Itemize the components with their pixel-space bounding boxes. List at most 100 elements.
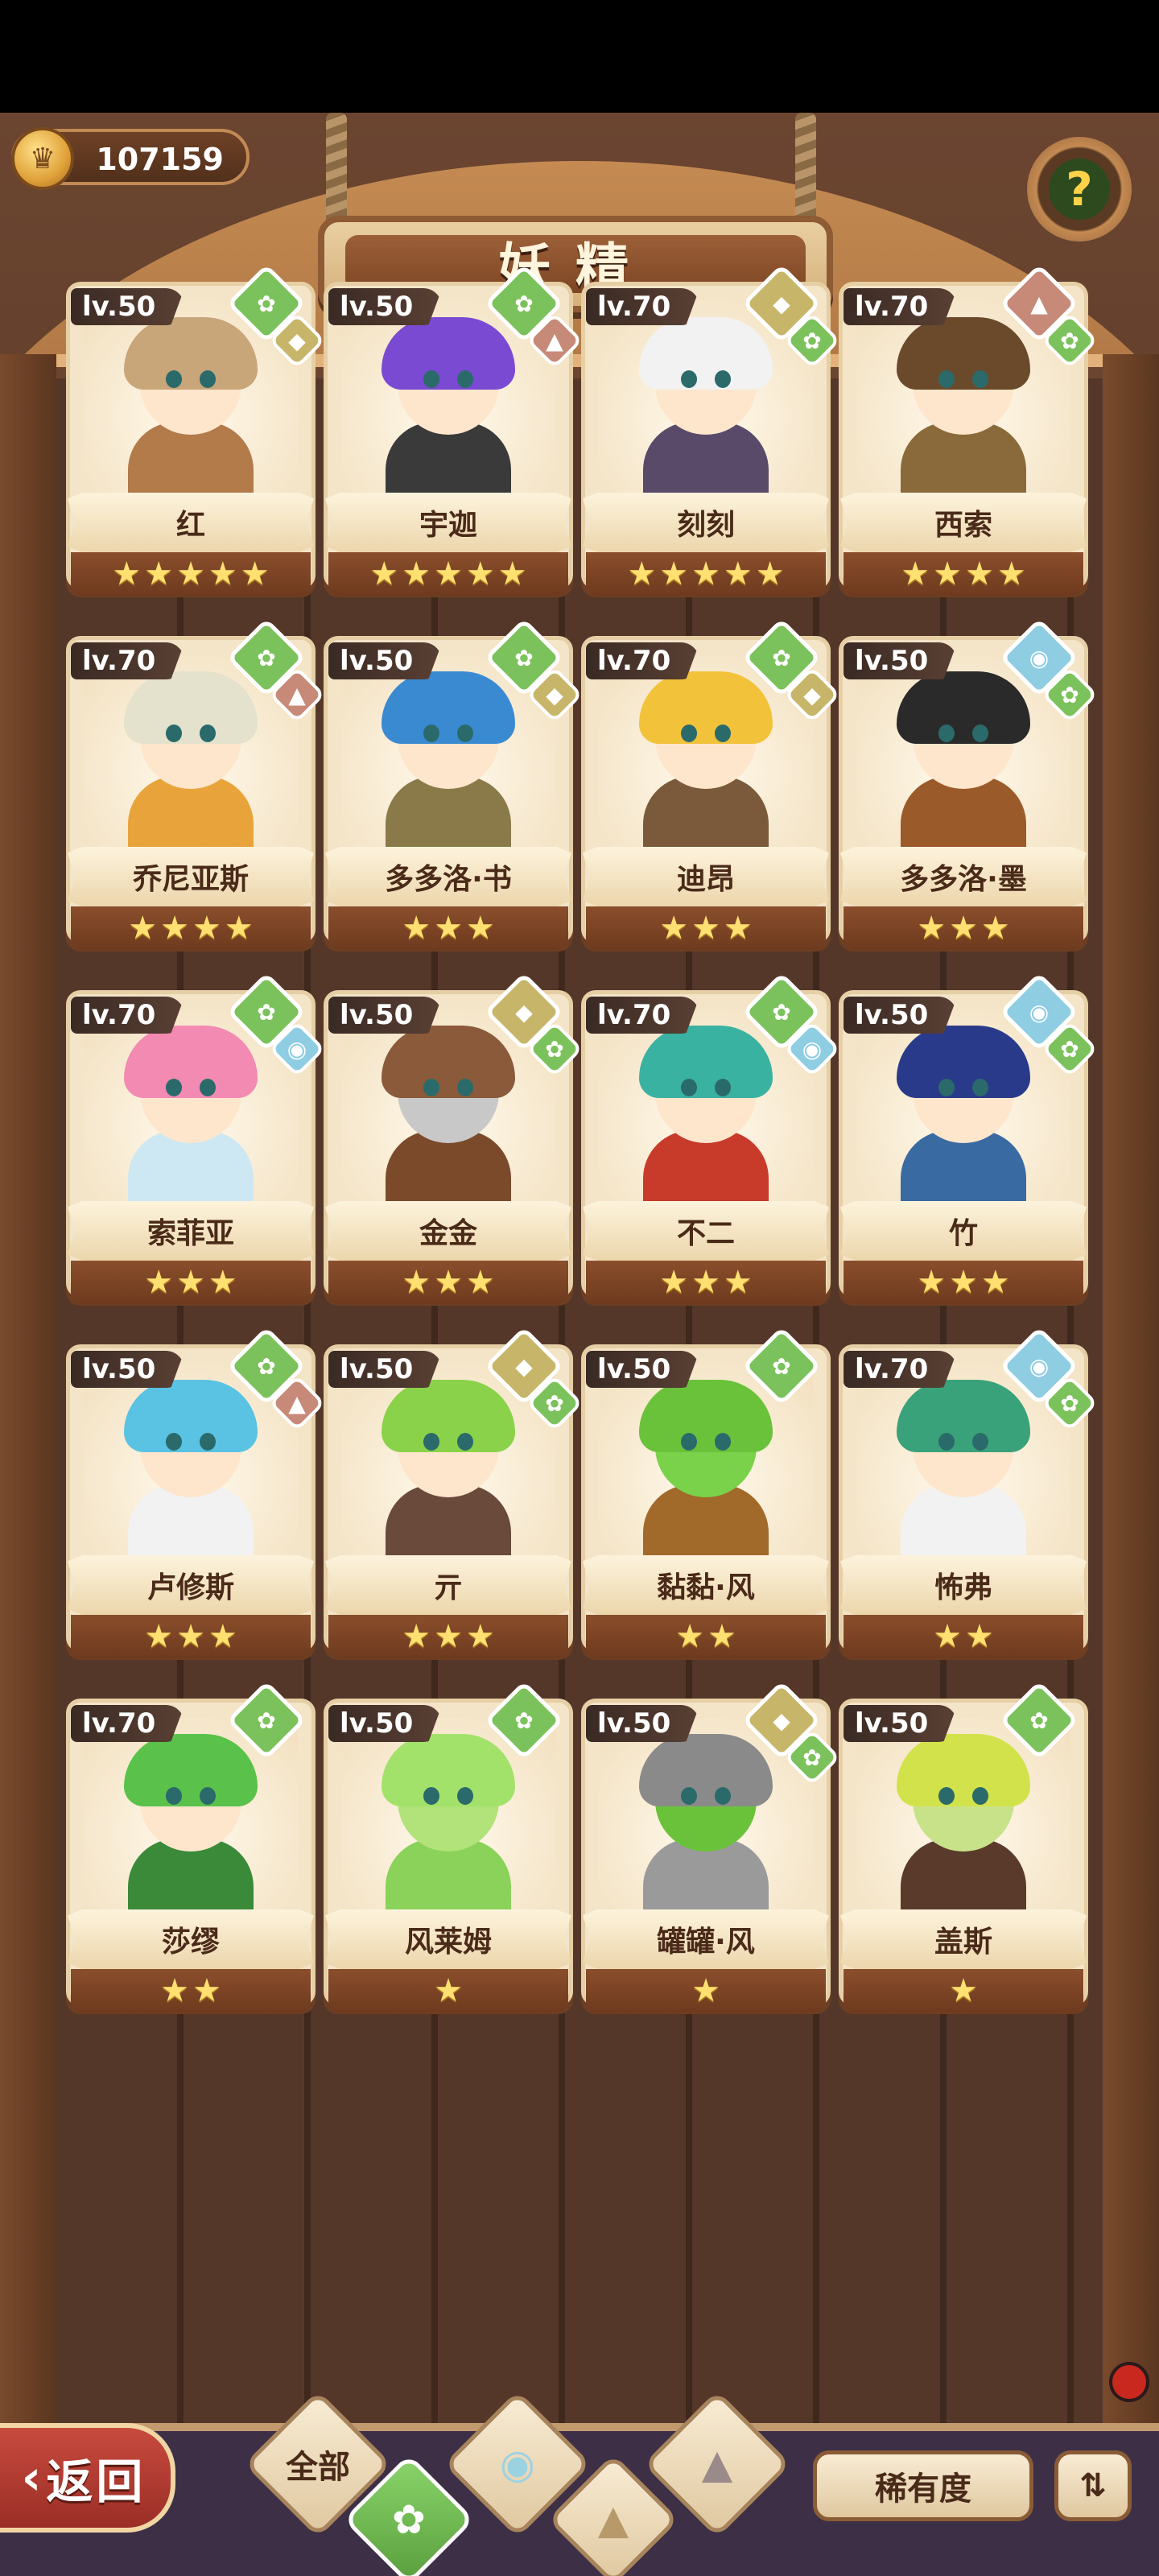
fairy-card[interactable]: lv.70 ◉ ✿ 怖弗 ★ ★ (839, 1326, 1099, 1666)
star-icon: ★ (707, 1618, 736, 1655)
fairy-name: 怖弗 (934, 1571, 992, 1604)
portrait-eye (457, 724, 473, 742)
star-icon: ★ (112, 555, 142, 592)
star-icon: ★ (691, 1972, 720, 2009)
level-badge: lv.50 (843, 997, 958, 1034)
back-arrow-icon: ‹ (21, 2450, 42, 2506)
portrait-eye (972, 370, 988, 388)
star-icon: ★ (917, 1264, 947, 1301)
star-icon: ★ (497, 555, 527, 592)
fairy-card[interactable]: lv.50 ✿ ▲ 卢修斯 ★ ★ ★ (66, 1326, 326, 1666)
star-icon: ★ (949, 1972, 978, 2009)
star-icon: ★ (208, 1264, 237, 1301)
star-rating: ★ (843, 1969, 1083, 2013)
portrait-hair (382, 1734, 515, 1806)
currency-counter: ♛ 107159 (11, 127, 250, 190)
star-icon: ★ (691, 555, 720, 592)
fairy-card[interactable]: lv.50 ✿ 盖斯 ★ (839, 1680, 1088, 2021)
sort-order-button[interactable]: ⇅ (1054, 2450, 1132, 2521)
level-badge: lv.50 (328, 288, 443, 325)
star-icon: ★ (208, 1618, 237, 1655)
fairy-card[interactable]: lv.50 ◆ ✿ 金金 ★ ★ ★ (324, 972, 584, 1312)
fairy-name: 莎缪 (161, 1926, 220, 1959)
star-icon: ★ (659, 1264, 689, 1301)
fairy-card[interactable]: lv.50 ◉ ✿ 竹 ★ ★ ★ (839, 972, 1099, 1312)
fairy-card[interactable]: lv.50 ✿ 风莱姆 ★ (324, 1680, 573, 2021)
name-banner: 红 (68, 493, 314, 552)
level-badge: lv.50 (586, 1351, 700, 1388)
fairy-card[interactable]: lv.70 ✿ ▲ 乔尼亚斯 ★ ★ ★ ★ (66, 617, 326, 958)
star-rating: ★ ★ ★ (586, 1261, 826, 1304)
star-icon: ★ (176, 555, 205, 592)
portrait-hair (639, 1026, 773, 1098)
snow-mountain-icon: ▲ (701, 2441, 733, 2487)
shelf-left-post (0, 354, 56, 2528)
fairy-name: 多多洛·书 (385, 863, 512, 896)
portrait-eye (200, 1079, 216, 1096)
star-rating: ★ ★ (71, 1969, 311, 2013)
name-banner: 乔尼亚斯 (68, 847, 314, 906)
level-badge: lv.50 (328, 1705, 443, 1742)
fairy-card[interactable]: lv.50 ✿ ◆ 红 ★ ★ ★ ★ ★ (66, 263, 326, 604)
back-button[interactable]: ‹ 返回 (0, 2423, 175, 2533)
fairy-card[interactable]: lv.70 ✿ 莎缪 ★ ★ (66, 1680, 316, 2021)
fairy-card[interactable]: lv.50 ✿ 黏黏·风 ★ ★ (581, 1326, 831, 1666)
portrait-eye (681, 370, 697, 388)
portrait-eye (200, 724, 216, 742)
star-icon: ★ (980, 910, 1010, 947)
help-button[interactable]: ? (1027, 137, 1132, 242)
star-icon: ★ (402, 1264, 431, 1301)
filter-all-label: 全部 (286, 2449, 350, 2486)
star-icon: ★ (465, 1264, 495, 1301)
portrait-eye (200, 1433, 216, 1451)
star-rating: ★ ★ (843, 1615, 1083, 1658)
fairy-name: 黏黏·风 (657, 1571, 755, 1604)
fairy-card[interactable]: lv.50 ◆ ✿ 罐罐·风 ★ (581, 1680, 841, 2021)
name-banner: 罐罐·风 (583, 1909, 829, 1969)
fairy-card[interactable]: lv.50 ◉ ✿ 多多洛·墨 ★ ★ ★ (839, 617, 1099, 958)
portrait-eye (423, 724, 439, 742)
portrait-eye (715, 1079, 731, 1096)
fairy-card[interactable]: lv.70 ✿ ◉ 不二 ★ ★ ★ (581, 972, 841, 1312)
fairy-card[interactable]: lv.50 ✿ ▲ 宇迦 ★ ★ ★ ★ ★ (324, 263, 584, 604)
fairy-card[interactable]: lv.70 ✿ ◉ 索菲亚 ★ ★ ★ (66, 972, 326, 1312)
portrait-eye (715, 724, 731, 742)
name-banner: 不二 (583, 1201, 829, 1261)
star-icon: ★ (917, 910, 947, 947)
star-icon: ★ (933, 555, 962, 592)
name-banner: 西索 (840, 493, 1087, 552)
fairy-card[interactable]: lv.50 ✿ ◆ 多多洛·书 ★ ★ ★ (324, 617, 584, 958)
star-icon: ★ (465, 910, 495, 947)
name-banner: 竹 (840, 1201, 1087, 1261)
star-icon: ★ (160, 910, 189, 947)
star-icon: ★ (434, 910, 463, 947)
portrait-hair (124, 1380, 258, 1452)
star-icon: ★ (675, 1618, 704, 1655)
level-badge: lv.70 (586, 288, 700, 325)
star-icon: ★ (996, 555, 1026, 592)
fairy-name: 罐罐·风 (657, 1926, 755, 1959)
star-rating: ★ ★ (586, 1615, 826, 1658)
portrait-eye (715, 370, 731, 388)
star-rating: ★ ★ ★ (328, 1261, 568, 1304)
fairy-card[interactable]: lv.70 ▲ ✿ 西索 ★ ★ ★ ★ (839, 263, 1099, 604)
water-drop-icon: ◉ (500, 2441, 535, 2487)
fairy-card[interactable]: lv.50 ◆ ✿ 亓 ★ ★ ★ (324, 1326, 584, 1666)
fairy-card[interactable]: lv.70 ◆ ✿ 刻刻 ★ ★ ★ ★ ★ (581, 263, 841, 604)
portrait-hair (897, 317, 1030, 390)
star-icon: ★ (192, 1972, 221, 2009)
star-rating: ★ ★ ★ (71, 1261, 311, 1304)
star-rating: ★ ★ ★ (843, 906, 1083, 950)
portrait-eye (972, 1787, 988, 1805)
star-icon: ★ (434, 1264, 463, 1301)
level-badge: lv.50 (586, 1705, 700, 1742)
sort-rarity-button[interactable]: 稀有度 (813, 2450, 1033, 2521)
fairy-card[interactable]: lv.70 ✿ ◆ 迪昂 ★ ★ ★ (581, 617, 841, 958)
portrait-eye (972, 1079, 988, 1096)
name-banner: 迪昂 (583, 847, 829, 906)
star-icon: ★ (144, 1264, 174, 1301)
level-badge: lv.70 (71, 997, 185, 1034)
portrait-eye (938, 1787, 955, 1805)
portrait-hair (382, 1026, 515, 1098)
name-banner: 卢修斯 (68, 1555, 314, 1615)
